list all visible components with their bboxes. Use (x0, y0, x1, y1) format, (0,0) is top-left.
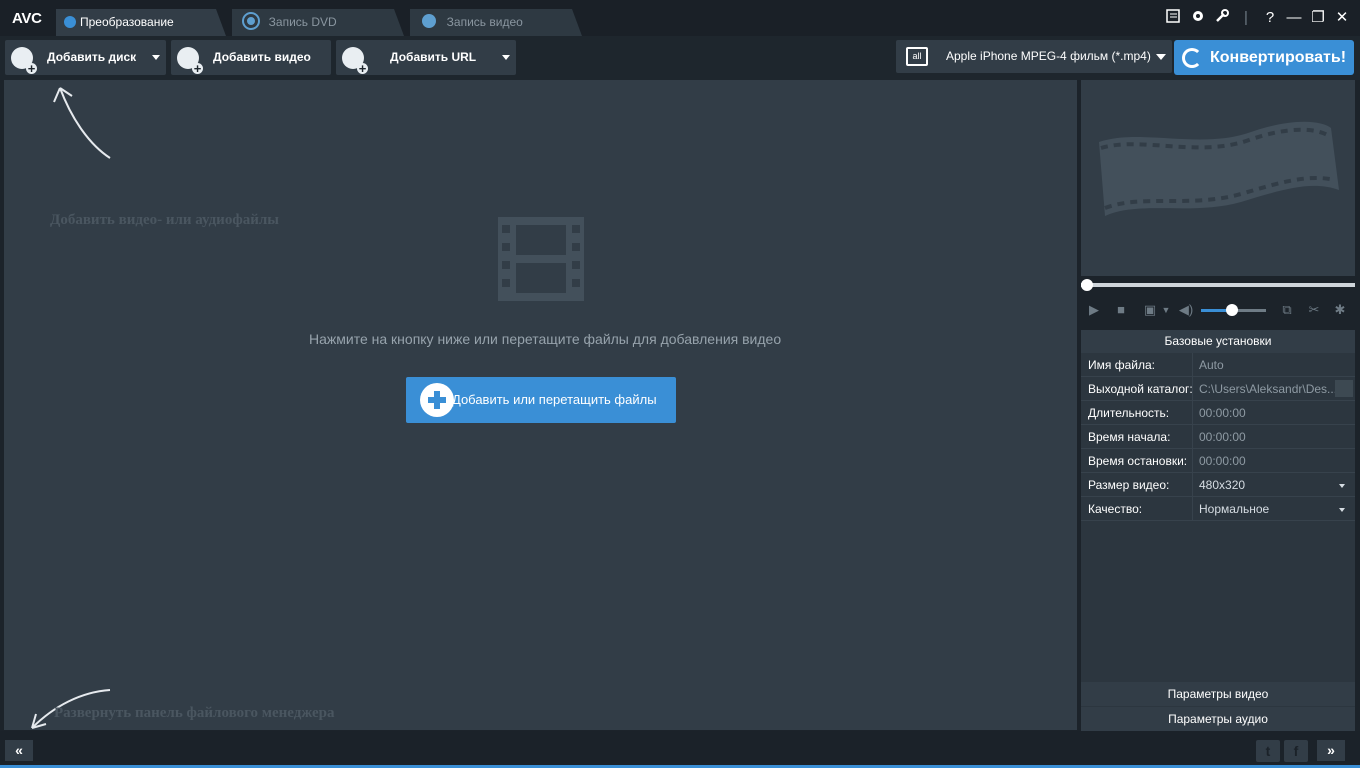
expand-file-manager-hint: Развернуть панель файлового менеджера (54, 705, 335, 721)
settings-row-output-dir: Выходной каталог: C:\Users\Aleksandr\Des… (1081, 377, 1355, 401)
stop-time-field[interactable]: 00:00:00 (1192, 449, 1355, 473)
output-dir-field[interactable]: C:\Users\Aleksandr\Des... (1192, 377, 1355, 401)
settings-row-stop-time: Время остановки: 00:00:00 (1081, 449, 1355, 473)
settings-row-video-size: Размер видео: 480x320 (1081, 473, 1355, 497)
output-dir-value: C:\Users\Aleksandr\Des... (1199, 382, 1338, 396)
collapse-panel-button[interactable]: « (5, 740, 33, 761)
help-button[interactable]: ? (1260, 8, 1280, 28)
chevron-down-icon[interactable] (152, 55, 160, 60)
device-all-icon: all (906, 47, 928, 66)
tab-video-record-label: Запись видео (446, 15, 523, 29)
volume-icon[interactable]: ◀) (1176, 303, 1196, 317)
play-icon[interactable]: ▶ (1087, 303, 1101, 317)
film-strip-icon (498, 217, 584, 301)
row-key: Время начала: (1088, 430, 1171, 444)
tab-dvd-burn[interactable]: Запись DVD (232, 9, 404, 36)
clone-icon[interactable]: ⧉ (1280, 303, 1294, 317)
row-key: Длительность: (1088, 406, 1170, 420)
seek-bar[interactable] (1081, 279, 1355, 291)
app-logo: AVC (12, 10, 42, 27)
convert-button[interactable]: Конвертировать! (1174, 40, 1354, 75)
row-key: Имя файла: (1088, 358, 1155, 372)
convert-label: Конвертировать! (1210, 49, 1347, 66)
row-key: Размер видео: (1088, 478, 1170, 492)
chevron-down-icon (1339, 484, 1345, 488)
video-params-button[interactable]: Параметры видео (1081, 682, 1355, 706)
gear-icon[interactable] (1188, 8, 1208, 28)
chevron-down-icon[interactable]: ▼ (1161, 303, 1171, 317)
film-reel-placeholder-icon (1099, 121, 1339, 216)
play-icon (422, 14, 436, 28)
add-or-drop-files-button[interactable]: Добавить или перетащить файлы (406, 377, 676, 423)
video-size-value: 480x320 (1199, 478, 1246, 492)
chevron-down-icon (1339, 508, 1345, 512)
arrow-up-left-icon (53, 87, 111, 159)
audio-params-button[interactable]: Параметры аудио (1081, 707, 1355, 731)
stop-icon[interactable]: ■ (1114, 303, 1128, 317)
seek-track (1081, 283, 1355, 287)
output-profile-select[interactable]: all Apple iPhone MPEG-4 фильм (*.mp4) (896, 40, 1172, 73)
basic-settings-panel: Базовые установки Имя файла: Auto Выходн… (1081, 330, 1355, 730)
add-disc-button[interactable]: Добавить диск (5, 40, 166, 75)
add-url-label: Добавить URL (390, 50, 477, 64)
row-key: Время остановки: (1088, 454, 1188, 468)
disc-icon (244, 14, 258, 28)
video-preview (1081, 80, 1355, 276)
quality-select[interactable]: Нормальное (1192, 497, 1355, 521)
player-controls: ▶ ■ ▣ ▼ ◀) ⧉ ✂ ✱ (1081, 296, 1355, 324)
volume-knob[interactable] (1226, 304, 1238, 316)
disc-add-icon (11, 47, 37, 74)
quality-value: Нормальное (1199, 502, 1270, 516)
facebook-icon[interactable]: f (1284, 740, 1308, 762)
separator: | (1244, 9, 1248, 26)
refresh-icon (64, 16, 76, 28)
video-size-select[interactable]: 480x320 (1192, 473, 1355, 497)
output-profile-label: Apple iPhone MPEG-4 фильм (*.mp4) (946, 49, 1151, 63)
tab-conversion-label: Преобразование (80, 15, 174, 29)
drop-instructions: Нажмите на кнопку ниже или перетащите фа… (309, 331, 782, 347)
add-disc-label: Добавить диск (47, 50, 137, 64)
chevron-down-icon[interactable] (502, 55, 510, 60)
refresh-icon (1182, 48, 1202, 68)
twitter-icon[interactable]: t (1256, 740, 1280, 762)
seek-knob[interactable] (1081, 279, 1093, 291)
add-or-drop-files-label: Добавить или перетащить файлы (452, 392, 657, 407)
restore-button[interactable]: ❐ (1308, 8, 1328, 28)
minimize-button[interactable]: — (1284, 8, 1304, 28)
expand-panel-button[interactable]: » (1317, 740, 1345, 761)
add-files-hint: Добавить видео- или аудиофайлы (50, 212, 279, 228)
title-bar: AVC Преобразование Запись DVD Запись вид… (0, 0, 1360, 36)
film-reel-add-icon (177, 47, 203, 74)
close-button[interactable]: ✕ (1332, 8, 1352, 28)
magic-wand-icon[interactable]: ✱ (1333, 303, 1347, 317)
app-window: AVC Преобразование Запись DVD Запись вид… (0, 0, 1360, 768)
globe-add-icon (342, 47, 368, 74)
start-time-field[interactable]: 00:00:00 (1192, 425, 1355, 449)
add-video-label: Добавить видео (213, 50, 311, 64)
settings-title: Базовые установки (1081, 330, 1355, 353)
snapshot-icon[interactable]: ▣ (1139, 303, 1161, 317)
folder-icon[interactable] (1335, 380, 1353, 397)
add-video-button[interactable]: Добавить видео (171, 40, 331, 75)
tab-conversion[interactable]: Преобразование (56, 9, 226, 36)
settings-row-filename: Имя файла: Auto (1081, 353, 1355, 377)
duration-field[interactable]: 00:00:00 (1192, 401, 1355, 425)
window-controls: | ? — ❐ ✕ (1164, 8, 1352, 28)
row-key: Качество: (1088, 502, 1143, 516)
plus-circle-icon (420, 383, 454, 417)
settings-row-duration: Длительность: 00:00:00 (1081, 401, 1355, 425)
file-list-area[interactable]: Добавить видео- или аудиофайлы Нажмите н… (4, 80, 1077, 730)
row-key: Выходной каталог: (1088, 382, 1193, 396)
settings-row-start-time: Время начала: 00:00:00 (1081, 425, 1355, 449)
tab-video-record[interactable]: Запись видео (410, 9, 582, 36)
tab-dvd-burn-label: Запись DVD (268, 15, 337, 29)
filename-field[interactable]: Auto (1192, 353, 1355, 377)
chevron-down-icon (1156, 54, 1166, 60)
bottom-bar: « t f » (0, 731, 1360, 768)
scissors-icon[interactable]: ✂ (1307, 303, 1321, 317)
task-list-icon[interactable] (1164, 8, 1184, 28)
wrench-icon[interactable] (1212, 8, 1232, 28)
add-url-button[interactable]: Добавить URL (336, 40, 516, 75)
settings-row-quality: Качество: Нормальное (1081, 497, 1355, 521)
